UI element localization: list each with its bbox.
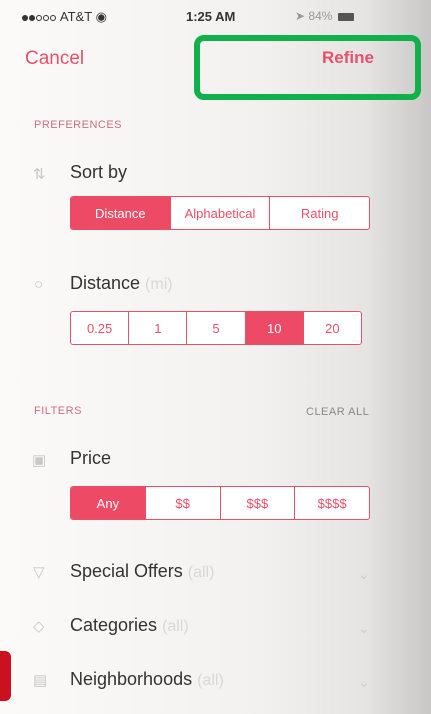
price-option-3[interactable]: $$$ [219, 487, 295, 519]
location-icon: ➤ [295, 9, 306, 23]
special-offers-text: Special Offers [70, 561, 183, 581]
buildings-icon: ▤ [33, 672, 48, 689]
status-bar: AT&T ◉ 1:25 AM ➤ 84% [0, 0, 431, 32]
distance-option-20[interactable]: 20 [302, 312, 361, 344]
special-offers-label: Special Offers (all) [70, 561, 214, 582]
categories-text: Categories [70, 615, 158, 635]
carrier-indicator: AT&T ◉ [22, 9, 107, 25]
sort-option-distance[interactable]: Distance [71, 197, 170, 229]
categories-value: (all) [162, 618, 189, 635]
distance-option-1[interactable]: 1 [128, 312, 186, 344]
price-option-any[interactable]: Any [71, 487, 145, 519]
distance-option-0-25[interactable]: 0.25 [71, 312, 128, 344]
price-icon: ▣ [32, 452, 47, 469]
distance-segmented-control: 0.25 1 5 10 20 [70, 311, 362, 345]
neighborhoods-label: Neighborhoods (all) [70, 669, 224, 690]
sort-by-label: Sort by [70, 162, 128, 182]
sort-arrows-icon: ⇅ [33, 166, 46, 183]
edge-marker [0, 651, 11, 701]
price-option-2[interactable]: $$ [144, 487, 220, 519]
special-offers-value: (all) [187, 564, 215, 581]
price-segmented-control: Any $$ $$$ $$$$ [70, 486, 370, 520]
chevron-down-icon: ⌄ [358, 620, 370, 636]
neighborhoods-value: (all) [197, 672, 224, 689]
signal-icon [22, 9, 57, 24]
status-time: 1:25 AM [186, 9, 236, 24]
distance-label: Distance (mi) [70, 273, 173, 294]
refine-highlight-box [194, 35, 421, 100]
preferences-header: PREFERENCES [34, 119, 123, 131]
tag-icon: ▽ [33, 564, 45, 581]
sort-option-rating[interactable]: Rating [269, 197, 369, 229]
categories-label: Categories (all) [70, 615, 189, 636]
clear-all-button[interactable]: CLEAR ALL [306, 406, 369, 418]
wifi-icon: ◉ [95, 9, 107, 24]
price-option-4[interactable]: $$$$ [294, 487, 369, 519]
battery-icon [337, 12, 354, 21]
price-label: Price [70, 448, 112, 468]
filters-header: FILTERS [34, 405, 82, 417]
refine-screen: AT&T ◉ 1:25 AM ➤ 84% Cancel Refine PREFE… [0, 0, 431, 714]
distance-option-10[interactable]: 10 [244, 312, 303, 344]
neighborhoods-text: Neighborhoods [70, 669, 193, 689]
distance-option-5[interactable]: 5 [186, 312, 244, 344]
category-tag-icon: ◇ [33, 618, 45, 635]
carrier-name: AT&T [59, 9, 92, 24]
cancel-button[interactable]: Cancel [25, 48, 84, 70]
status-right: ➤ 84% [295, 9, 354, 23]
chevron-down-icon: ⌄ [358, 566, 370, 582]
distance-label-text: Distance [70, 273, 141, 293]
sort-by-segmented-control: Distance Alphabetical Rating [70, 196, 370, 230]
chevron-down-icon: ⌄ [358, 674, 370, 690]
location-pin-icon: ○ [34, 276, 44, 293]
sort-option-alphabetical[interactable]: Alphabetical [169, 197, 270, 229]
battery-percent: 84% [308, 9, 333, 23]
distance-unit: (mi) [145, 276, 173, 293]
